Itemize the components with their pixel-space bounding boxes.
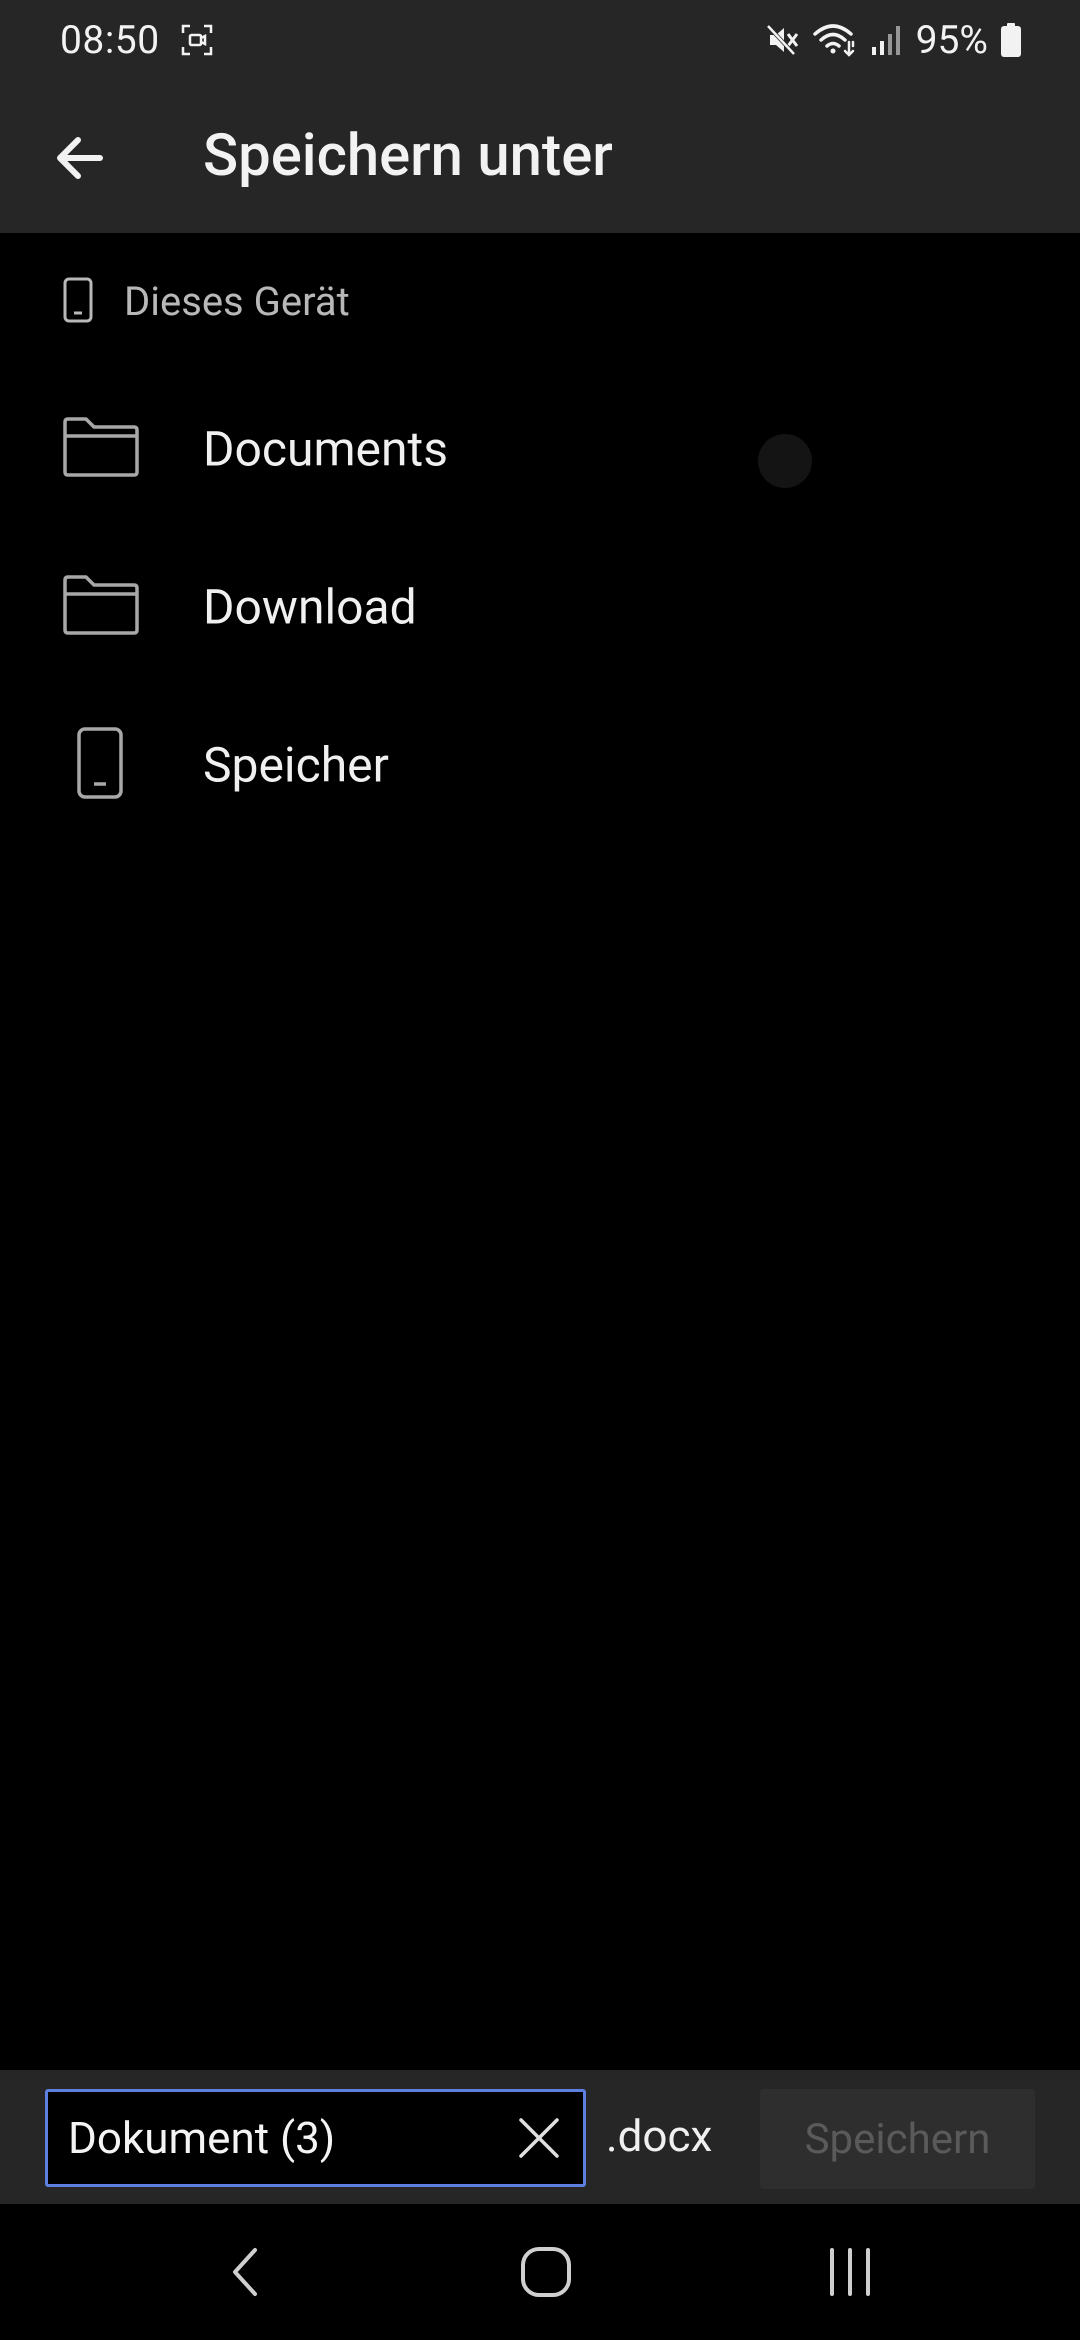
battery-icon <box>1000 22 1022 58</box>
home-icon <box>521 2247 571 2297</box>
save-button[interactable]: Speichern <box>760 2089 1035 2189</box>
storage-item-label: Speicher <box>203 736 389 794</box>
filename-field[interactable] <box>45 2089 586 2187</box>
phone-icon <box>62 276 94 328</box>
status-left: 08:50 <box>60 17 214 63</box>
folder-item-label: Download <box>203 578 417 636</box>
phone-icon <box>76 726 124 804</box>
folder-item-download[interactable]: Download <box>0 528 1080 686</box>
file-extension-label: .docx <box>606 2110 713 2162</box>
app-bar: Speichern unter <box>0 80 1080 233</box>
folder-icon <box>62 574 140 640</box>
chevron-left-icon <box>233 2248 257 2296</box>
wifi-icon <box>812 22 858 58</box>
location-breadcrumb: Dieses Gerät <box>0 264 1080 340</box>
screen-record-icon <box>180 23 214 57</box>
status-time: 08:50 <box>60 17 160 63</box>
status-right: 95% <box>764 17 1022 63</box>
page-title: Speichern unter <box>203 122 613 190</box>
touch-ripple <box>758 434 812 488</box>
nav-back-button[interactable] <box>200 2234 290 2310</box>
clear-button[interactable] <box>513 2112 565 2164</box>
mute-icon <box>764 22 800 58</box>
nav-home-button[interactable] <box>501 2234 591 2310</box>
battery-percent: 95% <box>915 17 988 63</box>
back-button[interactable] <box>40 122 120 194</box>
close-icon <box>519 2118 559 2158</box>
filename-input[interactable] <box>68 2092 508 2184</box>
file-list: Documents Download Speicher <box>0 370 1080 844</box>
save-as-screen: 08:50 95% Speichern unter Dieses Gerät D… <box>0 0 1080 2340</box>
signal-icon <box>870 23 904 57</box>
folder-item-label: Documents <box>203 420 448 478</box>
folder-item-documents[interactable]: Documents <box>0 370 1080 528</box>
status-bar: 08:50 95% <box>0 0 1080 80</box>
storage-item-speicher[interactable]: Speicher <box>0 686 1080 844</box>
recents-icon <box>830 2248 870 2296</box>
navigation-bar <box>0 2204 1080 2340</box>
location-label: Dieses Gerät <box>124 278 350 325</box>
nav-recents-button[interactable] <box>805 2234 895 2310</box>
arrow-left-icon <box>57 137 103 179</box>
folder-icon <box>62 416 140 482</box>
